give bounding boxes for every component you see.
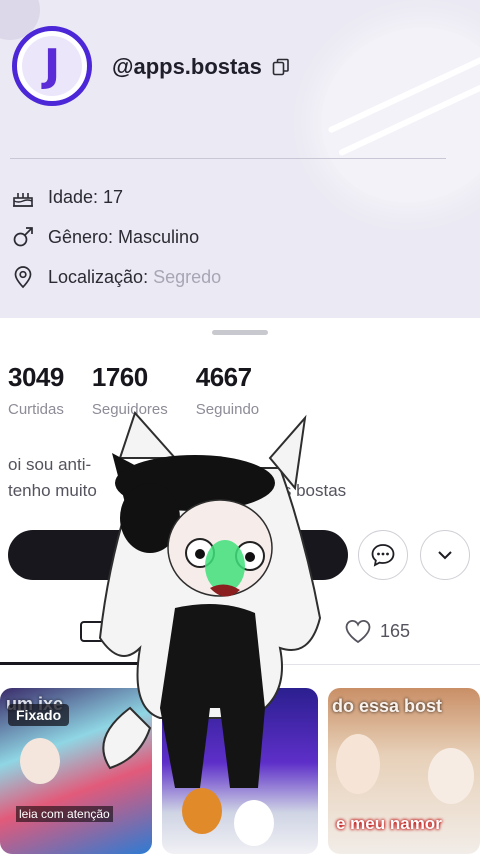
follow-button[interactable] [8, 530, 348, 580]
thumbnail-subcaption: e meu namor [336, 814, 442, 833]
info-location-label: Localização: [48, 266, 154, 287]
pinned-badge: Fixado [8, 704, 70, 726]
bio-line-start: tenho muito [8, 481, 97, 500]
info-location: Localização: Segredo [10, 264, 221, 290]
bio-line: oi sou anti- [8, 455, 92, 474]
username: @apps.bostas [112, 54, 262, 79]
video-thumbnail[interactable]: um ixe Fixado leia com atenção [0, 688, 152, 854]
stats-row: 3049 Curtidas 1760 Seguidores 4667 Segui… [8, 362, 259, 418]
bio-line-end: s bostas [282, 481, 347, 500]
heart-icon [345, 620, 371, 644]
thumbnail-character [336, 734, 380, 794]
avatar-image: J [22, 36, 82, 96]
stat-value: 4667 [195, 362, 252, 392]
avatar-letter: J [43, 40, 61, 91]
more-options-button[interactable] [420, 530, 470, 580]
divider [10, 158, 446, 159]
thumbnail-character [182, 788, 222, 834]
avatar[interactable]: J [12, 26, 92, 106]
thumbnail-character [20, 738, 60, 784]
bio-line: tenho muito s bostas [8, 478, 346, 504]
stat-label: Seguidores [91, 401, 168, 418]
info-age-label: Idade: 17 [48, 186, 124, 207]
chat-icon [371, 544, 395, 567]
tab-videos[interactable] [78, 616, 114, 646]
info-location-value: Segredo [153, 266, 222, 287]
location-icon [10, 264, 36, 290]
username-row: @apps.bostas [112, 54, 290, 80]
message-button[interactable] [358, 530, 408, 580]
tab-active-indicator [0, 662, 160, 665]
thumbnail-character [234, 800, 274, 846]
decorative-plate [292, 0, 480, 233]
likes-count: 165 [380, 620, 411, 641]
thumbnail-character [428, 748, 474, 804]
stat-value: 3049 [8, 362, 64, 392]
tab-liked[interactable]: 165 [344, 618, 410, 644]
male-icon [10, 224, 36, 250]
info-gender-label: Gênero: Masculino [48, 226, 200, 247]
video-thumbnail[interactable] [162, 688, 318, 854]
stat-value: 1760 [91, 362, 148, 392]
video-thumbnail[interactable]: do essa bost e meu namor [328, 688, 480, 854]
info-gender: Gênero: Masculino [10, 224, 199, 250]
cake-icon [10, 184, 36, 210]
stat-followers[interactable]: 1760 Seguidores [92, 362, 168, 418]
sheet-handle[interactable] [212, 330, 268, 335]
bio: oi sou anti- tenho muito s bostas [8, 452, 346, 504]
stat-following[interactable]: 4667 Seguindo [196, 362, 259, 418]
info-age: Idade: 17 [10, 184, 123, 210]
stat-likes[interactable]: 3049 Curtidas [8, 362, 64, 418]
video-icon [80, 621, 112, 642]
thumbnail-subcaption: leia com atenção [16, 806, 113, 822]
copy-icon[interactable] [272, 58, 290, 76]
chevron-down-icon [438, 551, 452, 560]
stat-label: Curtidas [8, 401, 64, 418]
thumbnail-caption: do essa bost [332, 696, 443, 716]
stat-label: Seguindo [195, 401, 260, 418]
